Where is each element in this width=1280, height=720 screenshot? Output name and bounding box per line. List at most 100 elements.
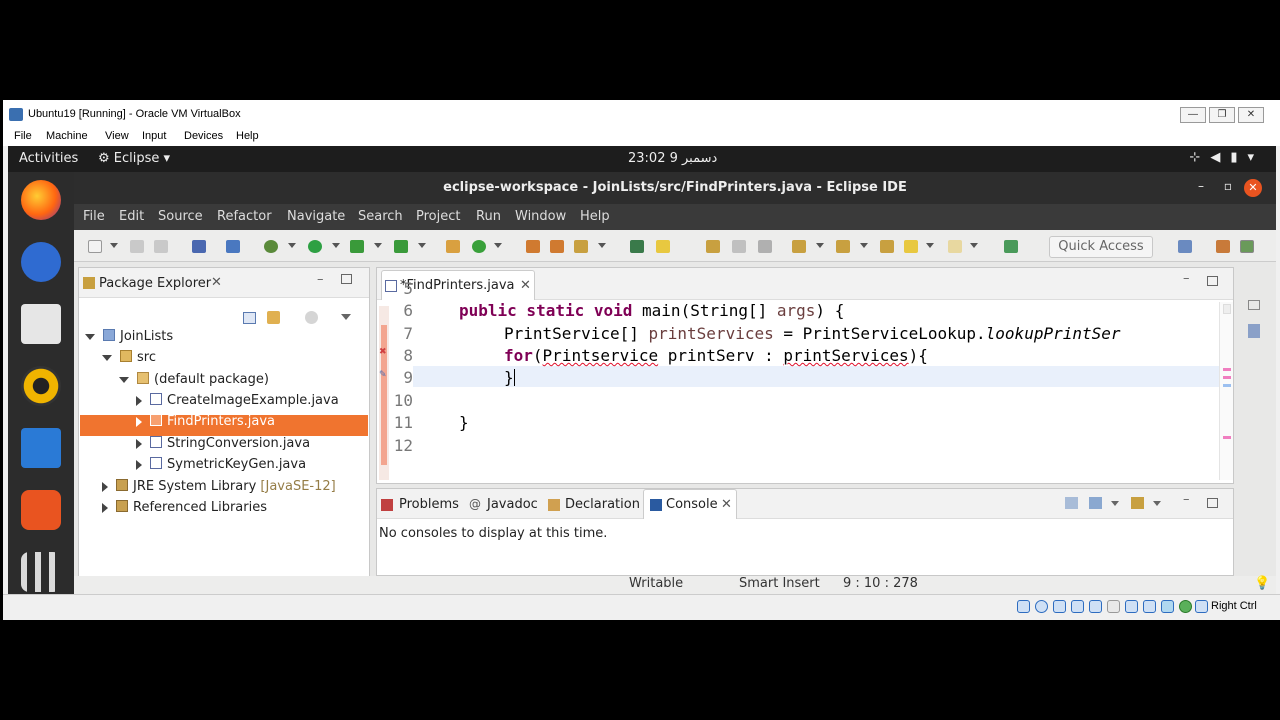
java-ee-perspective-icon[interactable] [1216,240,1230,253]
save-all-icon[interactable] [154,240,168,253]
java-perspective-icon[interactable] [1240,240,1254,253]
block-icon[interactable] [732,240,746,253]
close-tab-icon[interactable]: ✕ [721,497,732,512]
pin-icon[interactable] [630,240,644,253]
tab-console[interactable]: Console ✕ [643,489,737,519]
menu-search[interactable]: Search [358,209,403,224]
tree-item-createimageexample[interactable]: CreateImageExample.java [136,393,339,408]
collapsed-arrow-icon[interactable] [136,438,142,449]
chevron-down-icon[interactable] [418,243,426,248]
new-class-icon[interactable] [472,240,486,253]
mouse-integration-icon[interactable] [1161,600,1174,613]
code-line-9[interactable]: } [504,368,515,387]
coverage-icon[interactable] [350,240,364,253]
collapsed-arrow-icon[interactable] [136,416,142,427]
system-tray[interactable]: ⊹◀▮▾ [1189,150,1264,165]
tab-declaration[interactable]: Declaration [565,497,640,512]
new-icon[interactable] [88,240,102,253]
annotation-icon[interactable] [706,240,720,253]
maximize-button[interactable]: ❐ [1209,107,1235,123]
chevron-down-icon[interactable] [926,243,934,248]
chevron-down-icon[interactable] [1153,501,1161,506]
tree-item-jre-system-library[interactable]: JRE System Library [JavaSE-12] [102,479,336,494]
menu-navigate[interactable]: Navigate [287,209,345,224]
chevron-down-icon[interactable] [494,243,502,248]
chevron-down-icon[interactable] [374,243,382,248]
chevron-down-icon[interactable] [288,243,296,248]
open-console-icon[interactable] [1131,497,1144,509]
minimize-editor-icon[interactable]: – [1183,271,1190,286]
external-tools-icon[interactable] [394,240,408,253]
collapse-all-icon[interactable] [243,312,256,324]
filter-icon[interactable] [305,311,318,324]
open-type-icon[interactable] [526,240,540,253]
cpu-activity-icon[interactable] [1179,600,1192,613]
maximize-editor-icon[interactable] [1207,276,1218,286]
pin-editor-icon[interactable] [1004,240,1018,253]
vb-menu-machine[interactable]: Machine [46,130,88,142]
tree-item-joinlists[interactable]: JoinLists [85,329,173,344]
collapsed-arrow-icon[interactable] [136,459,142,470]
eclipse-close-button[interactable]: ✕ [1244,179,1262,197]
code-line-6[interactable]: public static void main(String[] args) { [459,301,844,320]
close-tab-icon[interactable]: ✕ [520,278,531,293]
expanded-arrow-icon[interactable] [102,354,112,361]
tree-item-src[interactable]: src [102,350,156,365]
files-icon[interactable] [21,304,61,344]
chevron-down-icon[interactable] [970,243,978,248]
clock[interactable]: 23:02 9 دسمبر [628,151,717,166]
run-icon[interactable] [308,240,322,253]
maximize-panel-icon[interactable] [1207,498,1218,508]
menu-project[interactable]: Project [416,209,460,224]
close-button[interactable]: ✕ [1238,107,1264,123]
tree-item-stringconversion[interactable]: StringConversion.java [136,436,310,451]
menu-run[interactable]: Run [476,209,501,224]
hard-disk-icon[interactable] [1017,600,1030,613]
pilcrow-icon[interactable] [758,240,772,253]
rhythmbox-icon[interactable] [21,366,61,406]
overview-error-mark[interactable] [1223,436,1231,439]
tree-item-referenced-libraries[interactable]: Referenced Libraries [102,500,267,515]
code-line-7[interactable]: PrintService[] printServices = PrintServ… [504,324,1121,343]
thunderbird-icon[interactable] [21,242,61,282]
firefox-icon[interactable] [21,180,61,220]
display-icon[interactable] [1125,600,1138,613]
optical-drive-icon[interactable] [1035,600,1048,613]
close-view-icon[interactable]: ✕ [211,275,222,290]
tab-problems[interactable]: Problems [399,497,459,512]
link-with-editor-icon[interactable] [267,311,280,324]
keyboard-icon[interactable] [1195,600,1208,613]
tree-item-default-package[interactable]: (default package) [119,372,269,387]
vb-menu-help[interactable]: Help [236,130,259,142]
shared-folders-icon[interactable] [1107,600,1120,613]
collapsed-arrow-icon[interactable] [102,502,108,513]
menu-edit[interactable]: Edit [119,209,144,224]
new-package-icon[interactable] [446,240,460,253]
writer-icon[interactable] [21,428,61,468]
last-edit-icon[interactable] [880,240,894,253]
search-icon[interactable] [574,240,588,253]
terminal-icon[interactable] [192,240,206,253]
vb-menu-file[interactable]: File [14,130,32,142]
view-menu-icon[interactable] [341,314,351,320]
usb-icon[interactable] [1089,600,1102,613]
overview-error-mark[interactable] [1223,368,1231,371]
minimize-button[interactable]: — [1180,107,1206,123]
collapsed-arrow-icon[interactable] [102,481,108,492]
tree-item-findprinters[interactable]: FindPrinters.java [136,414,275,429]
code-line-11[interactable]: } [459,413,469,432]
chevron-down-icon[interactable] [1111,501,1119,506]
chevron-down-icon[interactable] [860,243,868,248]
highlight-icon[interactable] [656,240,670,253]
eclipse-maximize-button[interactable]: ▫ [1224,179,1232,193]
vb-menu-devices[interactable]: Devices [184,130,223,142]
prev-annotation-icon[interactable] [836,240,850,253]
expanded-arrow-icon[interactable] [85,333,95,340]
overview-scroll-thumb[interactable] [1223,304,1231,314]
menu-help[interactable]: Help [580,209,610,224]
vb-menu-input[interactable]: Input [142,130,166,142]
overview-ruler[interactable] [1219,302,1233,480]
debug-icon[interactable] [264,240,278,253]
forward-icon[interactable] [948,240,962,253]
toggle-breakpoint-icon[interactable] [226,240,240,253]
